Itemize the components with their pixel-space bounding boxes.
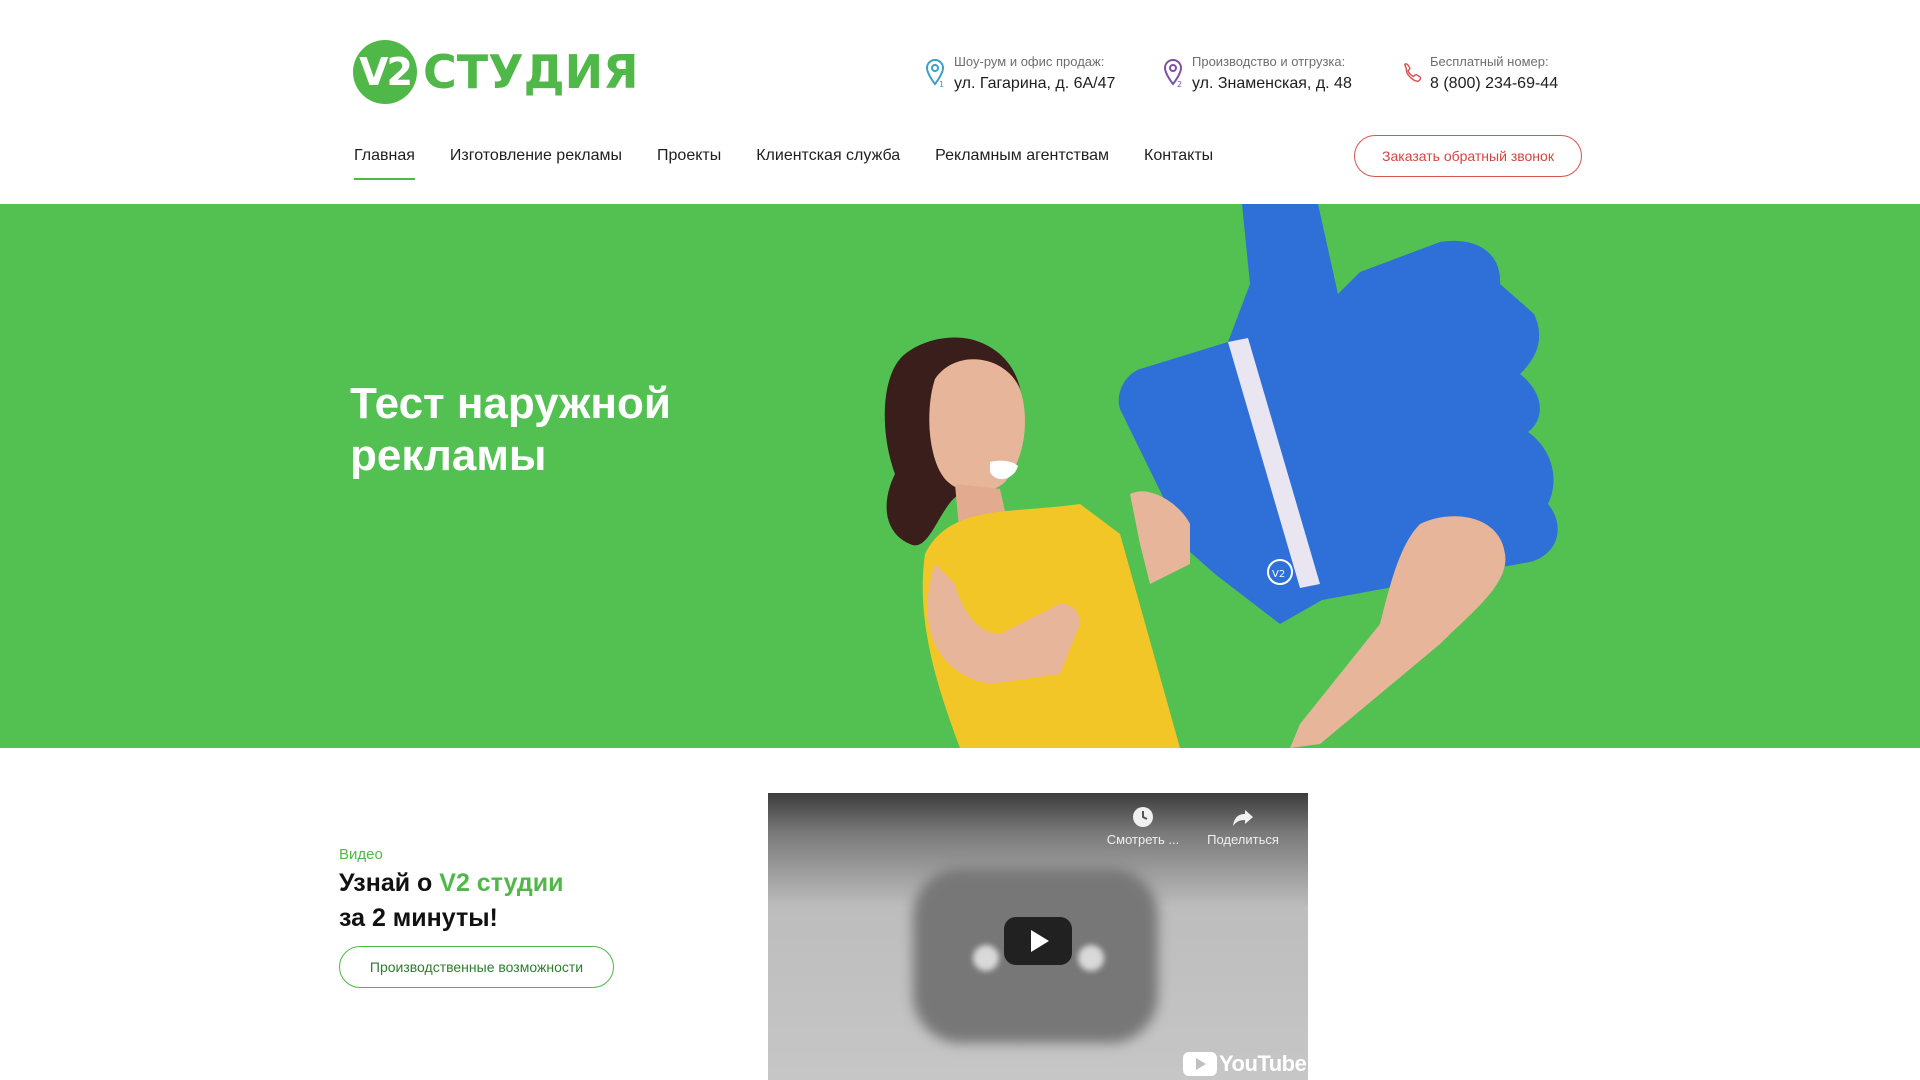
contact-label: Производство и отгрузка: [1192,54,1346,69]
video-label: Видео [339,846,383,863]
thumbnail-dot [1078,945,1104,971]
nav-item-home[interactable]: Главная [354,145,415,180]
nav-item-client-service[interactable]: Клиентская служба [756,145,900,167]
phone-icon [1403,63,1422,82]
nav-item-agencies[interactable]: Рекламным агентствам [935,145,1109,167]
share-icon [1233,810,1253,826]
main-nav: Главная Изготовление рекламы Проекты Кли… [354,145,1248,180]
thumbnail-dot [973,945,999,971]
svg-text:2: 2 [1177,80,1182,88]
clock-icon [1133,807,1153,827]
play-icon [1031,930,1049,952]
youtube-player[interactable]: Смотреть ... Поделиться YouTube [768,793,1308,1080]
watch-later-button[interactable]: Смотреть ... [1103,805,1183,847]
share-label: Поделиться [1207,832,1279,847]
callback-button[interactable]: Заказать обратный звонок [1354,135,1582,177]
nav-item-projects[interactable]: Проекты [657,145,721,167]
hero-banner: Тест наружной рекламы V2 [0,204,1920,748]
video-heading: Узнай о V2 студии за 2 минуты! [339,866,563,936]
youtube-logo[interactable]: YouTube [1183,1051,1307,1077]
contact-production: 2 Производство и отгрузка: ул. Знаменска… [1162,52,1352,96]
svg-text:1: 1 [939,80,944,88]
phone-number-link[interactable]: 8 (800) 234-69-44 [1430,72,1558,96]
play-button[interactable] [1004,917,1072,965]
share-button[interactable]: Поделиться [1198,805,1288,847]
watch-later-label: Смотреть ... [1106,832,1180,847]
map-pin-2-icon: 2 [1163,58,1182,88]
contact-label: Бесплатный номер: [1430,54,1549,69]
video-section: Видео Узнай о V2 студии за 2 минуты! Про… [0,748,1920,1080]
contact-value: ул. Знаменская, д. 48 [1192,75,1352,92]
map-pin-1-icon: 1 [925,58,944,88]
production-capabilities-button[interactable]: Производственные возможности [339,946,614,988]
hero-illustration: V2 [884,204,1558,748]
nav-item-contacts[interactable]: Контакты [1144,145,1213,167]
youtube-wordmark: YouTube [1219,1051,1307,1076]
logo-mark: V2 [353,40,417,104]
video-heading-highlight: V2 студии [439,869,564,897]
youtube-icon [1183,1052,1217,1076]
card-logo: V2 [1272,569,1285,580]
contact-phone: Бесплатный номер: 8 (800) 234-69-44 [1400,52,1558,96]
contact-showroom: 1 Шоу-рум и офис продаж: ул. Гагарина, д… [924,52,1115,96]
nav-item-ad-production[interactable]: Изготовление рекламы [450,145,622,167]
video-heading-part1: Узнай о [339,869,440,897]
video-heading-part2: за 2 минуты! [339,904,498,932]
contact-label: Шоу-рум и офис продаж: [954,54,1105,69]
contact-value: ул. Гагарина, д. 6А/47 [954,75,1116,92]
site-header: V2 СТУДИЯ 1 Шоу-рум и офис продаж: ул. Г… [0,0,1920,204]
logo-text: СТУДИЯ [423,45,639,99]
site-logo[interactable]: V2 СТУДИЯ [353,40,639,104]
